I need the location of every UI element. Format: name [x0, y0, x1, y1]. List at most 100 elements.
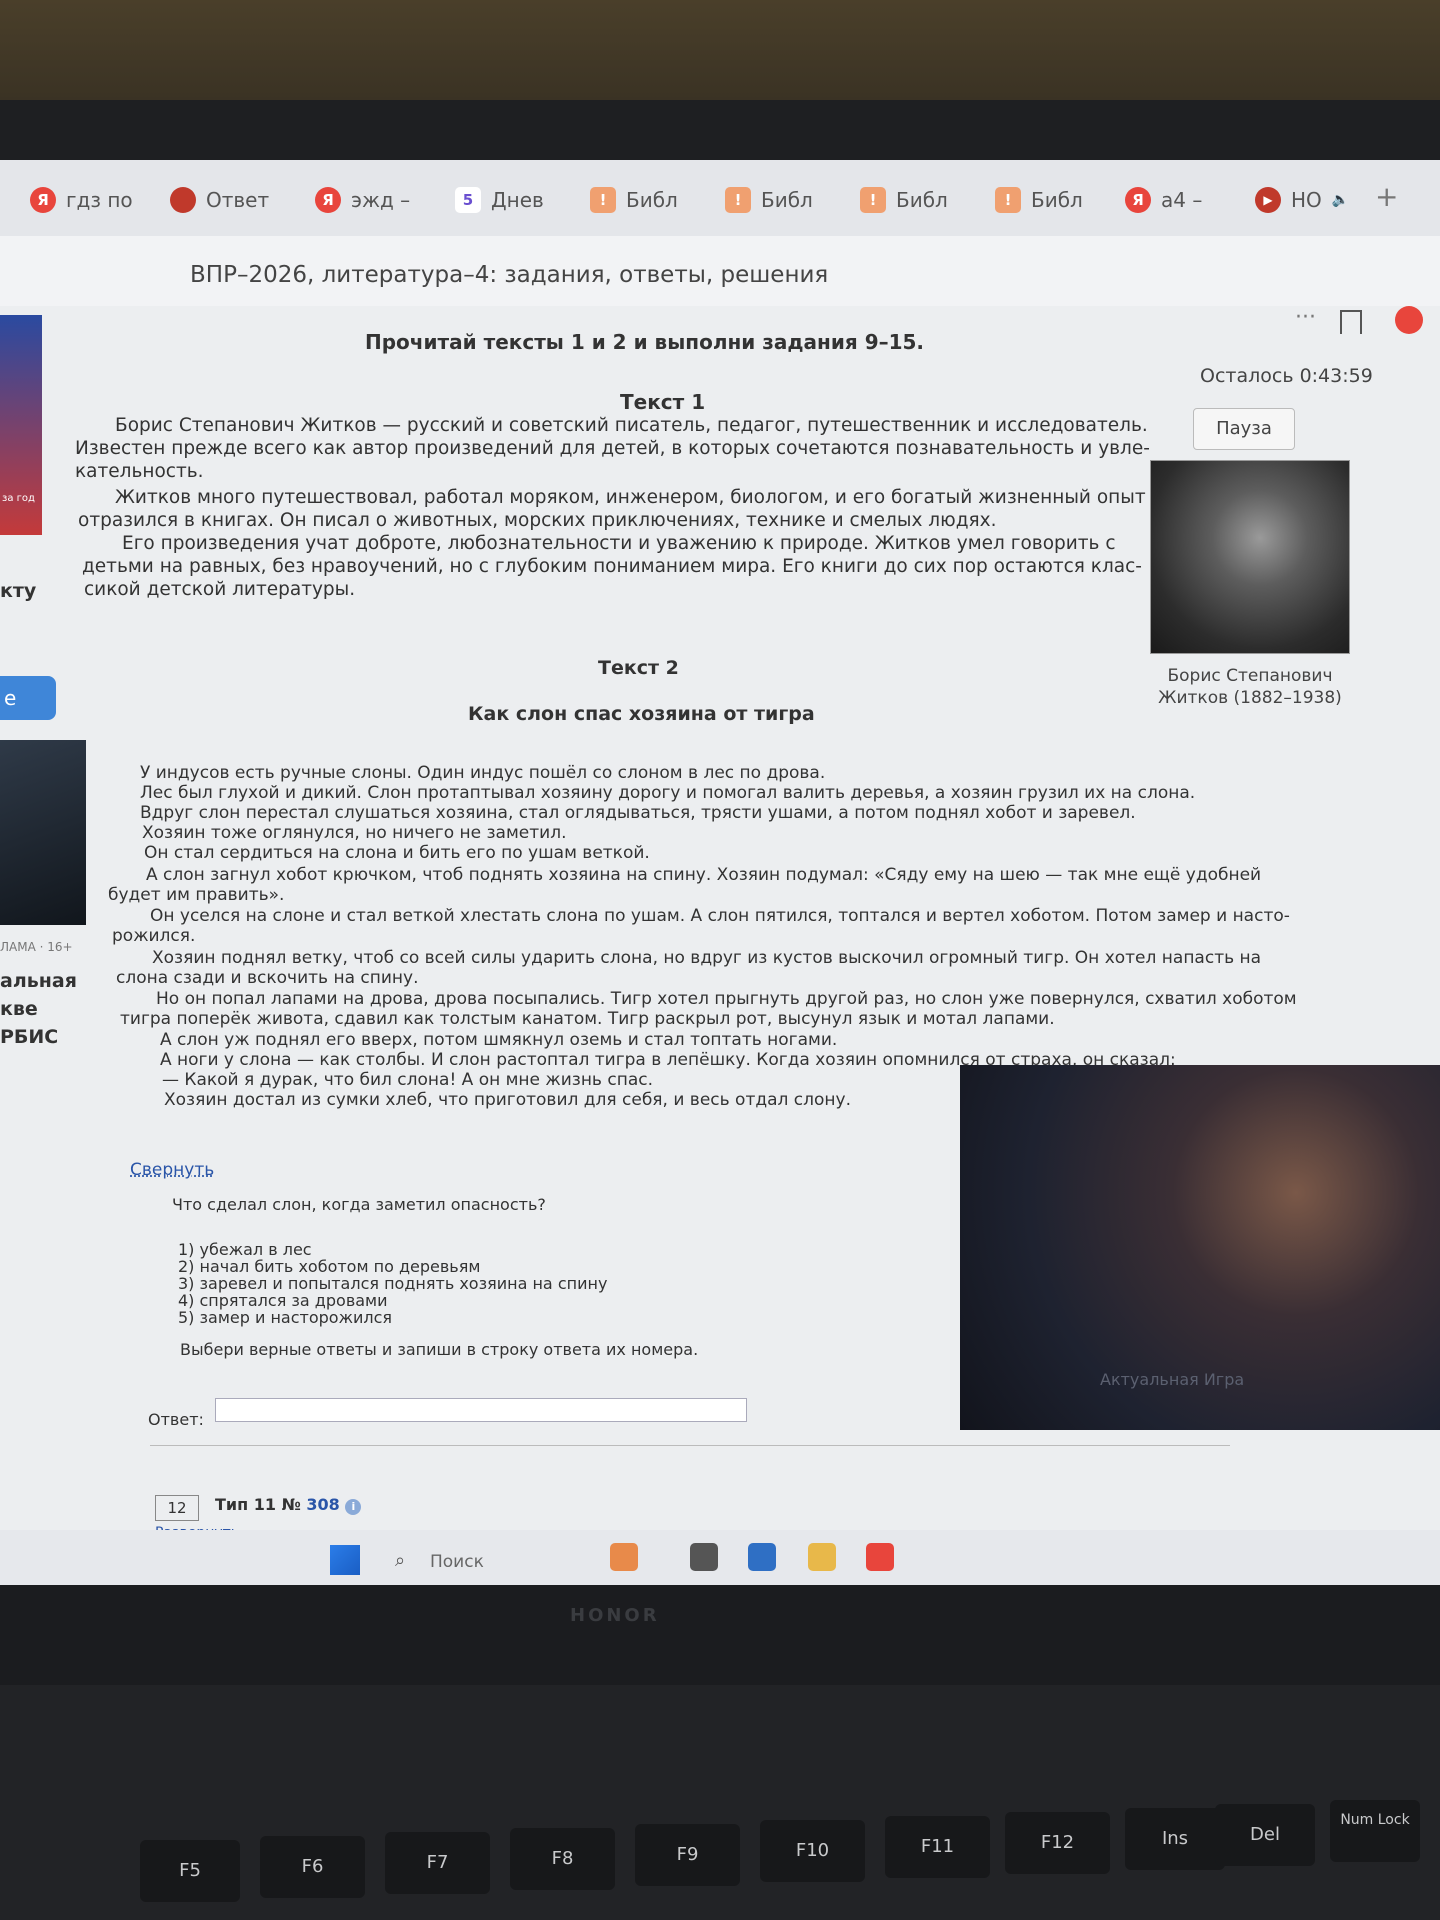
tab-label: эжд – — [351, 188, 411, 212]
bookmark-icon[interactable] — [1340, 310, 1362, 334]
story-line: Хозяин поднял ветку, чтоб со всей силы у… — [152, 948, 1262, 968]
text1-line: Житков много путешествовал, работал моря… — [115, 487, 1146, 508]
story-line: слона сзади и вскочить на спину. — [116, 968, 419, 988]
browser-tab-bar: Я гдз по Ответ Я эжд – 5 Днев ! Библ ! Б… — [0, 160, 1440, 236]
sidebar-ad-image[interactable] — [0, 740, 86, 925]
key-f5[interactable]: F5 — [140, 1840, 240, 1902]
key-ins[interactable]: Ins — [1125, 1808, 1225, 1870]
pause-button[interactable]: Пауза — [1193, 408, 1295, 450]
task-instruction: Прочитай тексты 1 и 2 и выполни задания … — [365, 330, 925, 354]
key-del[interactable]: Del — [1215, 1804, 1315, 1866]
story-line: Лес был глухой и дикий. Слон протаптывал… — [140, 783, 1196, 803]
tab-diary[interactable]: 5 Днев — [455, 180, 544, 220]
key-f11[interactable]: F11 — [885, 1816, 990, 1878]
answer-input[interactable] — [215, 1398, 747, 1422]
library-icon: ! — [995, 187, 1021, 213]
collapse-link[interactable]: Свернуть — [130, 1160, 214, 1180]
library-icon: ! — [860, 187, 886, 213]
speaker-icon: 🔈 — [1331, 192, 1350, 208]
tab-library-2[interactable]: ! Библ — [725, 180, 813, 220]
key-f6[interactable]: F6 — [260, 1836, 365, 1898]
story-line: А слон уж поднял его вверх, потом шмякну… — [160, 1030, 838, 1050]
story-line: А слон загнул хобот крючком, чтоб поднят… — [146, 865, 1262, 885]
author-portrait — [1150, 460, 1350, 654]
new-tab-button[interactable]: + — [1375, 180, 1398, 213]
text1-line: сикой детской литературы. — [84, 579, 356, 600]
divider — [150, 1445, 1230, 1446]
key-f7[interactable]: F7 — [385, 1832, 490, 1894]
video-caption: Актуальная Игра — [1100, 1370, 1245, 1389]
yandex-browser-icon[interactable] — [866, 1543, 894, 1571]
tab-library-1[interactable]: ! Библ — [590, 180, 678, 220]
tab-label: а4 – — [1161, 188, 1203, 212]
yandex-icon: Я — [30, 187, 56, 213]
caption-line: Житков (1882–1938) — [1158, 688, 1342, 708]
story-line: — Какой я дурак, что бил слона! А он мне… — [162, 1070, 653, 1090]
tab-label: Библ — [626, 188, 678, 212]
key-f9[interactable]: F9 — [635, 1824, 740, 1886]
story-line: Хозяин тоже оглянулся, но ничего не заме… — [142, 823, 567, 843]
file-explorer-icon[interactable] — [690, 1543, 718, 1571]
info-icon[interactable]: i — [345, 1499, 362, 1515]
task-type: Тип 11 № 308 i — [215, 1495, 362, 1515]
key-num-lock[interactable]: Num Lock — [1330, 1800, 1420, 1862]
task-type-label: Тип 11 № — [215, 1495, 307, 1514]
tab-label: НО — [1291, 188, 1322, 212]
task-number-badge: 12 — [155, 1495, 199, 1521]
more-menu-icon[interactable]: ··· — [1295, 305, 1316, 330]
answer-label: Ответ: — [148, 1410, 204, 1429]
sidebar-age-label: ЛАМА · 16+ — [0, 940, 73, 954]
yandex-icon: Я — [315, 187, 341, 213]
story-line: Вдруг слон перестал слушаться хозяина, с… — [140, 803, 1136, 823]
rocket-icon — [170, 187, 196, 213]
story-line: рожился. — [112, 926, 196, 946]
windows-start-icon[interactable] — [330, 1545, 360, 1575]
search-icon: ⌕ — [395, 1550, 406, 1571]
story-line: Он стал сердиться на слона и бить его по… — [144, 843, 650, 863]
story-line: Но он попал лапами на дрова, дрова посып… — [156, 989, 1297, 1009]
story-line: У индусов есть ручные слоны. Один индус … — [140, 763, 826, 783]
text1-line: детьми на равных, без нравоучений, но с … — [82, 556, 1142, 577]
library-icon: ! — [725, 187, 751, 213]
laptop-screen: Я гдз по Ответ Я эжд – 5 Днев ! Библ ! Б… — [0, 160, 1440, 1585]
sidebar-text: альная — [0, 970, 77, 992]
tab-a4[interactable]: Я а4 – — [1125, 180, 1202, 220]
sidebar-text: кту — [0, 580, 37, 602]
sidebar-button[interactable]: е — [0, 676, 56, 720]
sidebar-text: кве — [0, 998, 38, 1020]
tab-label: Библ — [896, 188, 948, 212]
tab-ezhd[interactable]: Я эжд – — [315, 180, 410, 220]
yandex-icon: Я — [1125, 187, 1151, 213]
key-f10[interactable]: F10 — [760, 1820, 865, 1882]
question-text: Что сделал слон, когда заметил опасность… — [172, 1195, 546, 1214]
store-icon[interactable] — [748, 1543, 776, 1571]
laptop-brand-logo: HONOR — [570, 1605, 660, 1626]
story-line: будет им править». — [108, 885, 285, 905]
answer-instruction: Выбери верные ответы и запиши в строку о… — [180, 1340, 699, 1359]
tab-playing[interactable]: ▶ НО 🔈 — [1255, 180, 1349, 220]
tab-answer[interactable]: Ответ — [170, 180, 269, 220]
function-key-row: F5 F6 F7 F8 F9 F10 F11 F12 Ins Del Num L… — [0, 1790, 1440, 1920]
story-line: Хозяин достал из сумки хлеб, что пригото… — [164, 1090, 851, 1110]
text1-line: кательность. — [75, 461, 204, 482]
tab-library-3[interactable]: ! Библ — [860, 180, 948, 220]
tab-label: гдз по — [66, 188, 133, 212]
text1-line: Известен прежде всего как автор произвед… — [75, 438, 1150, 459]
portrait-caption: Борис Степанович Житков (1882–1938) — [1145, 665, 1355, 709]
story-title: Как слон спас хозяина от тигра — [468, 703, 815, 725]
text2-heading: Текст 2 — [598, 657, 679, 679]
task-id-link[interactable]: 308 — [306, 1495, 339, 1514]
tab-library-4[interactable]: ! Библ — [995, 180, 1083, 220]
tab-label: Днев — [491, 188, 544, 212]
text1-heading: Текст 1 — [620, 390, 706, 414]
folder-icon[interactable] — [808, 1543, 836, 1571]
key-f8[interactable]: F8 — [510, 1828, 615, 1890]
widgets-icon[interactable] — [610, 1543, 638, 1571]
taskbar-search[interactable]: Поиск — [430, 1552, 484, 1572]
profile-icon[interactable] — [1395, 306, 1423, 334]
key-f12[interactable]: F12 — [1005, 1812, 1110, 1874]
laptop-bezel-bottom — [0, 1585, 1440, 1685]
tab-gdz[interactable]: Я гдз по — [30, 180, 133, 220]
library-icon: ! — [590, 187, 616, 213]
answer-option: 5) замер и насторожился — [178, 1308, 393, 1327]
